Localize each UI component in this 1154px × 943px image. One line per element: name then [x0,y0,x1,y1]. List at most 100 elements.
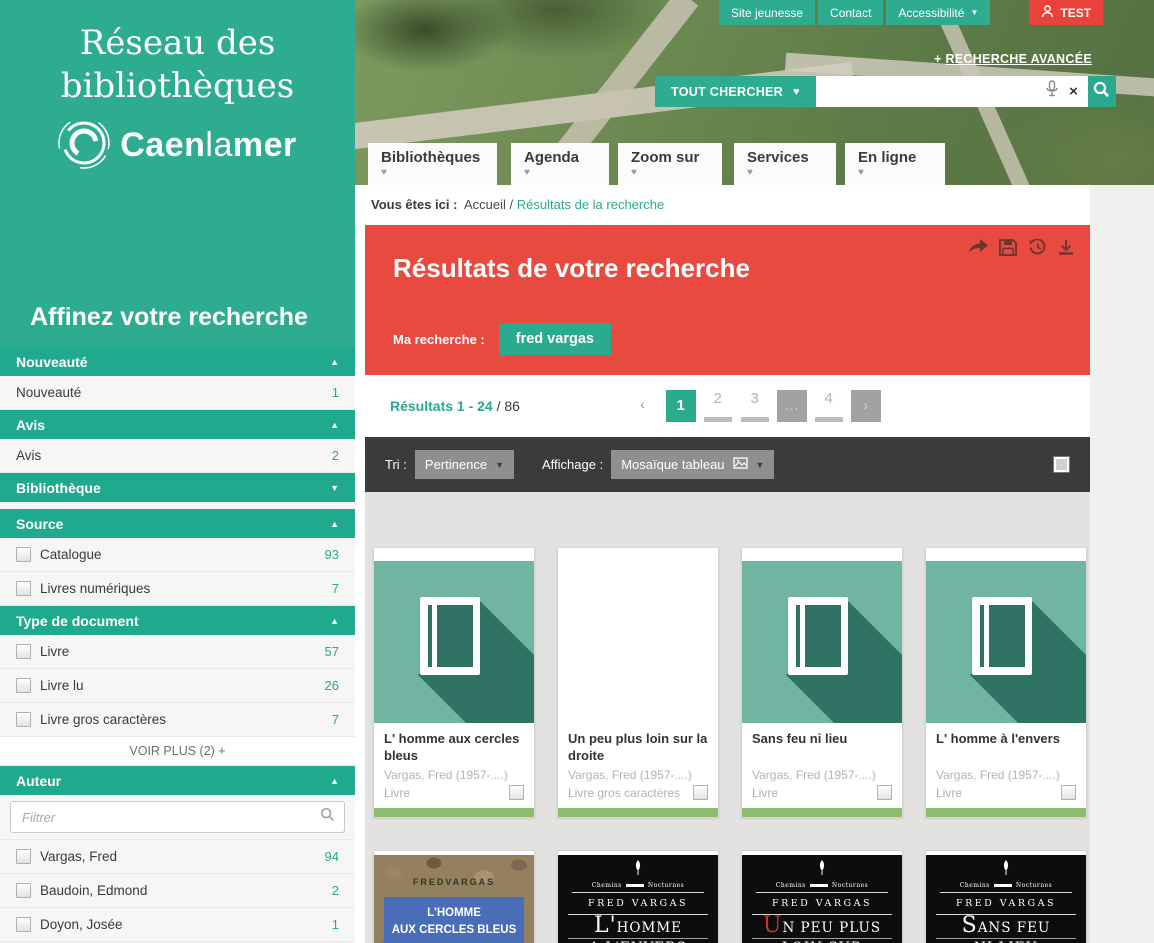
book-placeholder-icon[interactable] [742,561,902,723]
result-title[interactable]: L' homme à l'envers [936,731,1076,765]
see-more-button[interactable]: VOIR PLUS (2) + [0,737,355,766]
blank-cover[interactable] [558,561,718,723]
download-icon[interactable] [1058,239,1074,256]
search-term-tag[interactable]: fred vargas [499,323,611,355]
result-title[interactable]: Sans feu ni lieu [752,731,892,765]
result-card[interactable]: CheminsNocturnes FRED VARGAS SANS FEU NI… [925,850,1087,943]
share-icon[interactable] [968,239,988,256]
facet-item-vargas-fred[interactable]: Vargas, Fred 94 [0,840,355,874]
site-jeunesse-button[interactable]: Site jeunesse [719,0,815,25]
facet-header-auteur[interactable]: Auteur▲ [0,766,355,795]
result-card[interactable]: L' homme aux cercles bleus Vargas, Fred … [373,547,535,818]
save-icon[interactable] [999,239,1017,256]
facet-item-livres-numeriques[interactable]: Livres numériques 7 [0,572,355,606]
author-filter-input[interactable] [20,809,320,826]
facet-header-avis[interactable]: Avis▲ [0,410,355,439]
contact-button[interactable]: Contact [818,0,883,25]
nav-tab-services[interactable]: Services♥ [734,143,836,185]
facet-item-livre-lu[interactable]: Livre lu 26 [0,669,355,703]
result-author[interactable]: Vargas, Fred (1957-....) [568,768,708,782]
chevron-up-icon: ▲ [330,357,339,367]
result-author[interactable]: Vargas, Fred (1957-....) [936,768,1076,782]
breadcrumb: Vous êtes ici : Accueil / Résultats de l… [355,185,1090,225]
breadcrumb-home[interactable]: Accueil [464,197,506,212]
select-record-checkbox[interactable] [693,785,708,800]
mosaic-view-icon [733,457,748,472]
facet-count: 2 [332,448,339,463]
book-cover[interactable]: CheminsNocturnes FRED VARGAS UN PEU PLUS… [742,855,902,943]
checkbox[interactable] [16,849,31,864]
checkbox[interactable] [16,581,31,596]
checkbox[interactable] [16,883,31,898]
breadcrumb-current: Résultats de la recherche [517,197,664,212]
select-record-checkbox[interactable] [509,785,524,800]
account-login-button[interactable]: TEST [1029,0,1103,25]
microphone-icon[interactable] [1045,80,1059,103]
pager: ‹ 1 2 3 … 4 › [640,390,881,422]
facet-item-nouveaute[interactable]: Nouveauté 1 [0,376,355,410]
checkbox[interactable] [16,678,31,693]
logo-area[interactable]: Réseau des bibliothèques Caenlamer Affin… [0,0,355,347]
advanced-search-link[interactable]: + RECHERCHE AVANCÉE [934,52,1092,66]
checkbox[interactable] [16,547,31,562]
sort-dropdown[interactable]: Pertinence ▼ [415,450,514,479]
search-input[interactable] [816,84,1045,99]
accessibility-button[interactable]: Accessibilité▼ [886,0,990,25]
nav-tab-zoom-sur[interactable]: Zoom sur♥ [618,143,722,185]
facet-item-livre-gros-caracteres[interactable]: Livre gros caractères 7 [0,703,355,737]
facet-header-source[interactable]: Source▲ [0,509,355,538]
result-card[interactable]: CheminsNocturnes FRED VARGAS L'HOMME A L… [557,850,719,943]
pager-page-4[interactable]: 4 [814,390,844,422]
nav-tab-en-ligne[interactable]: En ligne♥ [845,143,945,185]
nav-tab-agenda[interactable]: Agenda♥ [511,143,609,185]
result-author[interactable]: Vargas, Fred (1957-....) [384,768,524,782]
checkbox[interactable] [16,917,31,932]
pager-prev[interactable]: ‹ [640,396,645,412]
facet-item-catalogue[interactable]: Catalogue 93 [0,538,355,572]
search-icon[interactable] [320,807,335,827]
book-placeholder-icon[interactable] [926,561,1086,723]
checkbox[interactable] [16,712,31,727]
brand-logo-icon [58,117,110,174]
pager-page-1[interactable]: 1 [666,390,696,422]
imprint: CheminsNocturnes [572,882,704,893]
result-card[interactable]: L' homme à l'envers Vargas, Fred (1957-.… [925,547,1087,818]
facet-item-baudoin-edmond[interactable]: Baudoin, Edmond 2 [0,874,355,908]
history-icon[interactable] [1028,239,1047,256]
select-all-checkbox[interactable] [1053,456,1070,473]
select-record-checkbox[interactable] [877,785,892,800]
chevron-down-icon: ▼ [970,8,978,17]
book-cover[interactable]: CheminsNocturnes FRED VARGAS SANS FEU NI… [926,855,1086,943]
display-dropdown[interactable]: Mosaïque tableau ▼ [611,450,774,479]
checkbox[interactable] [16,644,31,659]
facet-header-bibliotheque[interactable]: Bibliothèque▼ [0,473,355,502]
pager-ellipsis[interactable]: … [777,390,807,422]
facet-item-avis[interactable]: Avis 2 [0,439,355,473]
facet-item-livre[interactable]: Livre 57 [0,635,355,669]
result-card[interactable]: CheminsNocturnes FRED VARGAS UN PEU PLUS… [741,850,903,943]
clear-search-icon[interactable]: × [1069,83,1078,100]
search-term-label: Ma recherche : [393,332,485,347]
result-author[interactable]: Vargas, Fred (1957-....) [752,768,892,782]
result-card[interactable]: Sans feu ni lieu Vargas, Fred (1957-....… [741,547,903,818]
pager-next[interactable]: › [851,390,881,422]
facet-header-nouveaute[interactable]: Nouveauté▲ [0,347,355,376]
facet-item-doyon-josee[interactable]: Doyon, Josée 1 [0,908,355,942]
result-title[interactable]: Un peu plus loin sur la droite [568,731,708,765]
result-card[interactable]: FREDVARGAS L'HOMME AUX CERCLES BLEUS [373,850,535,943]
book-cover[interactable]: CheminsNocturnes FRED VARGAS L'HOMME A L… [558,855,718,943]
book-placeholder-icon[interactable] [374,561,534,723]
result-card[interactable]: Un peu plus loin sur la droite Vargas, F… [557,547,719,818]
select-record-checkbox[interactable] [1061,785,1076,800]
pager-page-3[interactable]: 3 [740,390,770,422]
pager-page-2[interactable]: 2 [703,390,733,422]
facet-count: 93 [325,547,339,562]
search-submit-button[interactable] [1088,76,1116,107]
book-cover[interactable]: FREDVARGAS L'HOMME AUX CERCLES BLEUS [374,855,534,943]
heart-chevron-icon: ♥ [747,167,836,178]
chevron-down-icon: ▼ [330,483,339,493]
facet-header-type-document[interactable]: Type de document▲ [0,606,355,635]
result-title[interactable]: L' homme aux cercles bleus [384,731,524,765]
search-scope-dropdown[interactable]: TOUT CHERCHER♥ [655,76,816,107]
nav-tab-bibliotheques[interactable]: Bibliothèques♥ [368,143,497,185]
